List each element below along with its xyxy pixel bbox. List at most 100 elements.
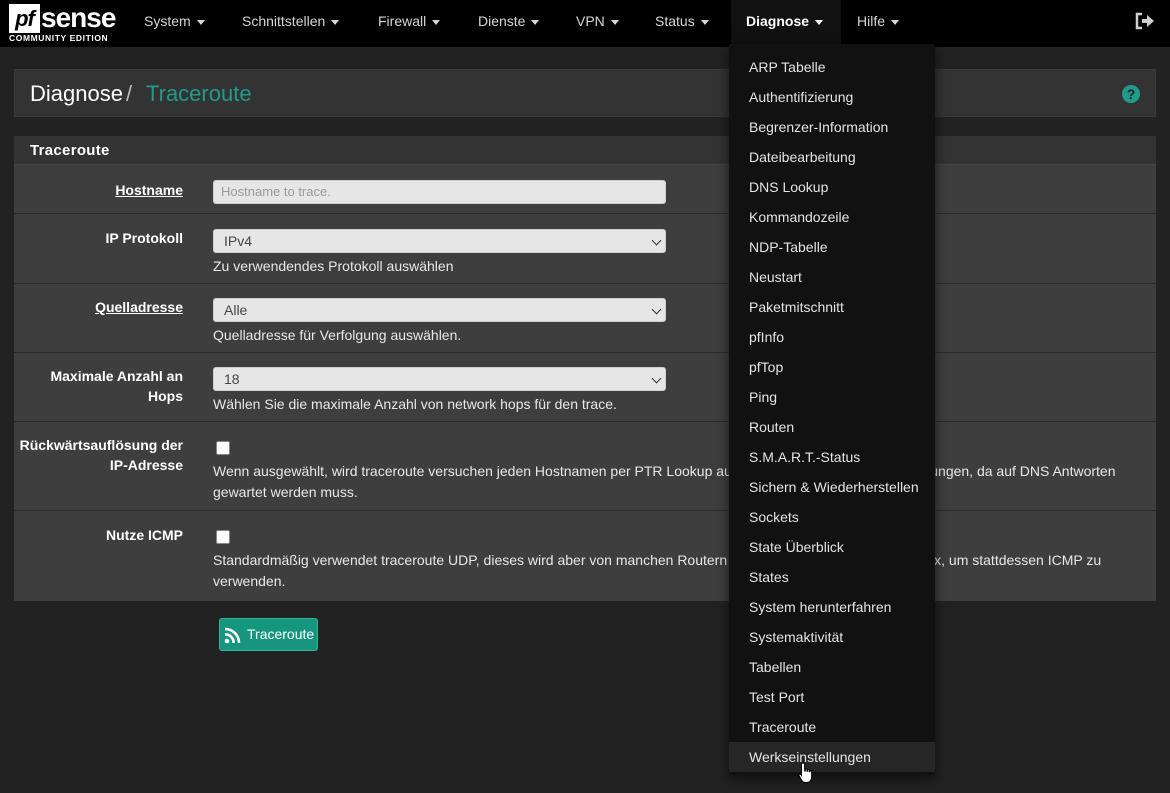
ip-protocol-label: IP Protokoll bbox=[105, 230, 183, 246]
hostname-input[interactable]: Hostname to trace. bbox=[213, 180, 666, 204]
hostname-label[interactable]: Hostname bbox=[115, 180, 183, 200]
pfsense-logo[interactable]: pf sense COMMUNITY EDITION bbox=[9, 2, 117, 44]
row-icmp: Nutze ICMP Standardmäßig verwendet trace… bbox=[14, 511, 1156, 601]
nav-schnittstellen[interactable]: Schnittstellen bbox=[242, 0, 340, 44]
reverse-help-line1: Wenn ausgewählt, wird traceroute versuch… bbox=[213, 463, 1116, 479]
menu-item-werkseinstellungen[interactable]: Werkseinstellungen bbox=[729, 742, 935, 772]
ip-protocol-select[interactable]: IPv4 bbox=[213, 229, 666, 253]
traceroute-button[interactable]: Traceroute bbox=[219, 618, 318, 651]
logo-sense: sense bbox=[41, 2, 116, 33]
nav-dienste-label: Dienste bbox=[478, 13, 526, 29]
menu-item-begrenzer-information[interactable]: Begrenzer-Information bbox=[729, 112, 935, 142]
panel-title: Traceroute bbox=[30, 142, 110, 159]
menu-item-dns-lookup[interactable]: DNS Lookup bbox=[729, 172, 935, 202]
source-value: Alle bbox=[224, 302, 248, 318]
nav-diagnose[interactable]: Diagnose bbox=[731, 0, 841, 44]
hand-pointer-icon bbox=[798, 762, 813, 783]
hostname-placeholder: Hostname to trace. bbox=[221, 184, 331, 199]
reverse-label-line2: IP-Adresse bbox=[109, 457, 183, 473]
menu-item-state-ueberblick[interactable]: State Überblick bbox=[729, 532, 935, 562]
chevron-down-icon bbox=[891, 19, 900, 25]
menu-item-traceroute[interactable]: Traceroute bbox=[729, 712, 935, 742]
chevron-down-icon bbox=[651, 235, 662, 246]
nav-status[interactable]: Status bbox=[655, 0, 709, 44]
menu-item-arp-tabelle[interactable]: ARP Tabelle bbox=[729, 52, 935, 82]
reverse-help-line2: gewartet werden muss. bbox=[213, 484, 358, 500]
menu-item-authentifizierung[interactable]: Authentifizierung bbox=[729, 82, 935, 112]
ip-protocol-value: IPv4 bbox=[224, 233, 253, 249]
chevron-down-icon bbox=[531, 19, 540, 25]
traceroute-panel: Traceroute Hostname Hostname to trace. I… bbox=[14, 136, 1156, 601]
ip-protocol-help: Zu verwendendes Protokoll auswählen bbox=[213, 258, 454, 274]
row-hostname: Hostname Hostname to trace. bbox=[14, 165, 1156, 214]
max-hops-label-line2: Hops bbox=[148, 388, 183, 404]
nav-dienste[interactable]: Dienste bbox=[478, 0, 540, 44]
chevron-down-icon bbox=[432, 19, 441, 25]
chevron-down-icon bbox=[700, 19, 709, 25]
menu-item-routen[interactable]: Routen bbox=[729, 412, 935, 442]
logout-icon[interactable] bbox=[1135, 12, 1155, 30]
menu-item-system-herunterfahren[interactable]: System herunterfahren bbox=[729, 592, 935, 622]
chevron-down-icon bbox=[815, 19, 824, 25]
menu-item-kommandozeile[interactable]: Kommandozeile bbox=[729, 202, 935, 232]
menu-item-paketmitschnitt[interactable]: Paketmitschnitt bbox=[729, 292, 935, 322]
row-ip-protocol: IP Protokoll IPv4 Zu verwendendes Protok… bbox=[14, 214, 1156, 284]
menu-item-ndp-tabelle[interactable]: NDP-Tabelle bbox=[729, 232, 935, 262]
menu-item-smart-status[interactable]: S.M.A.R.T.-Status bbox=[729, 442, 935, 472]
logo-pf: pf bbox=[9, 4, 40, 33]
question-circle-icon[interactable]: ? bbox=[1122, 85, 1140, 103]
menu-item-test-port[interactable]: Test Port bbox=[729, 682, 935, 712]
menu-item-neustart[interactable]: Neustart bbox=[729, 262, 935, 292]
menu-item-systemaktivitaet[interactable]: Systemaktivität bbox=[729, 622, 935, 652]
source-label[interactable]: Quelladresse bbox=[95, 297, 183, 317]
menu-item-dateibearbeitung[interactable]: Dateibearbeitung bbox=[729, 142, 935, 172]
chevron-down-icon bbox=[610, 19, 619, 25]
panel-heading: Traceroute bbox=[14, 136, 1156, 165]
icmp-help-line2: verwenden. bbox=[213, 573, 286, 589]
source-help: Quelladresse für Verfolgung auswählen. bbox=[213, 327, 462, 343]
nav-vpn[interactable]: VPN bbox=[576, 0, 619, 44]
max-hops-help: Wählen Sie die maximale Anzahl von netwo… bbox=[213, 396, 617, 412]
breadcrumb-parent[interactable]: Diagnose bbox=[30, 81, 123, 107]
source-select[interactable]: Alle bbox=[213, 298, 666, 322]
menu-item-sockets[interactable]: Sockets bbox=[729, 502, 935, 532]
row-source: Quelladresse Alle Quelladresse für Verfo… bbox=[14, 284, 1156, 353]
menu-item-ping[interactable]: Ping bbox=[729, 382, 935, 412]
nav-hilfe-label: Hilfe bbox=[857, 13, 886, 29]
reverse-checkbox[interactable] bbox=[216, 441, 230, 455]
chevron-down-icon bbox=[331, 19, 340, 25]
row-reverse-lookup: Rückwärtsauflösung der IP-Adresse Wenn a… bbox=[14, 422, 1156, 511]
diagnose-dropdown-menu: ARP Tabelle Authentifizierung Begrenzer-… bbox=[729, 44, 935, 775]
nav-firewall-label: Firewall bbox=[378, 13, 427, 29]
chevron-down-icon bbox=[651, 373, 662, 384]
breadcrumb-current[interactable]: Traceroute bbox=[146, 81, 252, 107]
max-hops-value: 18 bbox=[224, 371, 240, 387]
nav-vpn-label: VPN bbox=[576, 13, 605, 29]
traceroute-button-label: Traceroute bbox=[247, 626, 315, 642]
max-hops-select[interactable]: 18 bbox=[213, 367, 666, 391]
max-hops-label-line1: Maximale Anzahl an bbox=[50, 368, 183, 384]
menu-item-pftop[interactable]: pfTop bbox=[729, 352, 935, 382]
row-max-hops: Maximale Anzahl an Hops 18 Wählen Sie di… bbox=[14, 353, 1156, 422]
breadcrumb-separator: / bbox=[126, 81, 133, 106]
logo-edition: COMMUNITY EDITION bbox=[9, 33, 109, 43]
icmp-help-line1: Standardmäßig verwendet traceroute UDP, … bbox=[213, 552, 1102, 568]
chevron-down-icon bbox=[651, 304, 662, 315]
rss-icon bbox=[224, 627, 241, 644]
nav-diagnose-label: Diagnose bbox=[746, 13, 810, 29]
menu-item-states[interactable]: States bbox=[729, 562, 935, 592]
nav-system-label: System bbox=[144, 13, 191, 29]
icmp-checkbox[interactable] bbox=[216, 530, 230, 544]
icmp-label: Nutze ICMP bbox=[106, 527, 183, 543]
menu-item-sichern-wiederherstellen[interactable]: Sichern & Wiederherstellen bbox=[729, 472, 935, 502]
nav-schnittstellen-label: Schnittstellen bbox=[242, 13, 326, 29]
chevron-down-icon bbox=[196, 19, 205, 25]
nav-firewall[interactable]: Firewall bbox=[378, 0, 441, 44]
nav-system[interactable]: System bbox=[144, 0, 205, 44]
nav-hilfe[interactable]: Hilfe bbox=[857, 0, 900, 44]
menu-item-tabellen[interactable]: Tabellen bbox=[729, 652, 935, 682]
top-navbar: pf sense COMMUNITY EDITION System Schnit… bbox=[0, 0, 1170, 47]
nav-status-label: Status bbox=[655, 13, 695, 29]
reverse-label-line1: Rückwärtsauflösung der bbox=[19, 437, 183, 453]
menu-item-pfinfo[interactable]: pfInfo bbox=[729, 322, 935, 352]
